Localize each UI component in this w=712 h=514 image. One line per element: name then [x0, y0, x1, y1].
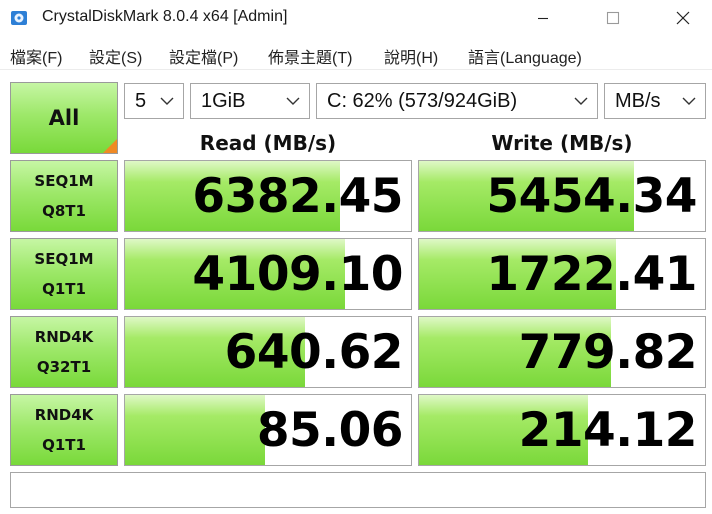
- menu-bar: 檔案(F) 設定(S) 設定檔(P) 佈景主題(T) 說明(H) 語言(Lang…: [0, 38, 712, 70]
- close-icon: [676, 11, 690, 25]
- write-result-cell: 779.82: [418, 316, 706, 388]
- crystaldiskmark-icon: [10, 9, 28, 27]
- read-result-cell: 85.06: [124, 394, 412, 466]
- test-queue: Q1T1: [42, 436, 86, 454]
- test-button-rnd4k-q32t1[interactable]: RND4K Q32T1: [10, 316, 118, 388]
- test-button-seq1m-q1t1[interactable]: SEQ1M Q1T1: [10, 238, 118, 310]
- drive-value: C: 62% (573/924GiB): [327, 90, 518, 112]
- test-name: SEQ1M: [34, 172, 94, 190]
- chevron-down-icon: [160, 97, 174, 105]
- corner-marker: [103, 139, 117, 153]
- read-result-cell: 640.62: [124, 316, 412, 388]
- unit-select[interactable]: MB/s: [604, 83, 706, 119]
- chevron-down-icon: [574, 97, 588, 105]
- menu-language[interactable]: 語言(Language): [468, 44, 582, 68]
- read-value: 640.62: [224, 325, 404, 380]
- read-result-cell: 6382.45: [124, 160, 412, 232]
- chevron-down-icon: [286, 97, 300, 105]
- chevron-down-icon: [682, 97, 696, 105]
- write-value: 214.12: [518, 403, 698, 458]
- read-result-cell: 4109.10: [124, 238, 412, 310]
- write-result-cell: 1722.41: [418, 238, 706, 310]
- minimize-icon: [538, 17, 548, 20]
- comment-field[interactable]: [10, 472, 706, 508]
- test-queue: Q8T1: [42, 202, 86, 220]
- test-size-select[interactable]: 1GiB: [190, 83, 310, 119]
- drive-select[interactable]: C: 62% (573/924GiB): [316, 83, 598, 119]
- write-result-cell: 5454.34: [418, 160, 706, 232]
- test-count-value: 5: [135, 90, 147, 112]
- close-button[interactable]: [660, 0, 706, 36]
- title-bar[interactable]: CrystalDiskMark 8.0.4 x64 [Admin]: [0, 0, 712, 36]
- read-column-header: Read (MB/s): [199, 131, 337, 155]
- menu-profile[interactable]: 設定檔(P): [169, 44, 238, 68]
- test-queue: Q1T1: [42, 280, 86, 298]
- write-value: 1722.41: [486, 247, 697, 302]
- maximize-button[interactable]: [590, 0, 636, 36]
- test-queue: Q32T1: [36, 358, 92, 376]
- maximize-icon: [606, 11, 620, 25]
- read-value: 6382.45: [192, 169, 403, 224]
- test-button-rnd4k-q1t1[interactable]: RND4K Q1T1: [10, 394, 118, 466]
- test-name: RND4K: [34, 406, 94, 424]
- test-button-seq1m-q8t1[interactable]: SEQ1M Q8T1: [10, 160, 118, 232]
- minimize-button[interactable]: [520, 0, 566, 36]
- test-size-value: 1GiB: [201, 90, 246, 112]
- read-value: 85.06: [256, 403, 404, 458]
- menu-help[interactable]: 說明(H): [384, 44, 438, 68]
- test-name: SEQ1M: [34, 250, 94, 268]
- run-all-label: All: [48, 106, 80, 130]
- write-column-header: Write (MB/s): [491, 131, 633, 155]
- write-value: 5454.34: [486, 169, 697, 224]
- menu-theme[interactable]: 佈景主題(T): [268, 44, 352, 68]
- test-name: RND4K: [34, 328, 94, 346]
- menu-settings[interactable]: 設定(S): [89, 44, 142, 68]
- run-all-button[interactable]: All: [10, 82, 118, 154]
- read-bar: [125, 395, 266, 465]
- window-title: CrystalDiskMark 8.0.4 x64 [Admin]: [42, 8, 288, 25]
- menu-file[interactable]: 檔案(F): [10, 44, 62, 68]
- write-value: 779.82: [518, 325, 698, 380]
- write-result-cell: 214.12: [418, 394, 706, 466]
- test-count-select[interactable]: 5: [124, 83, 184, 119]
- read-value: 4109.10: [192, 247, 403, 302]
- unit-value: MB/s: [615, 90, 661, 112]
